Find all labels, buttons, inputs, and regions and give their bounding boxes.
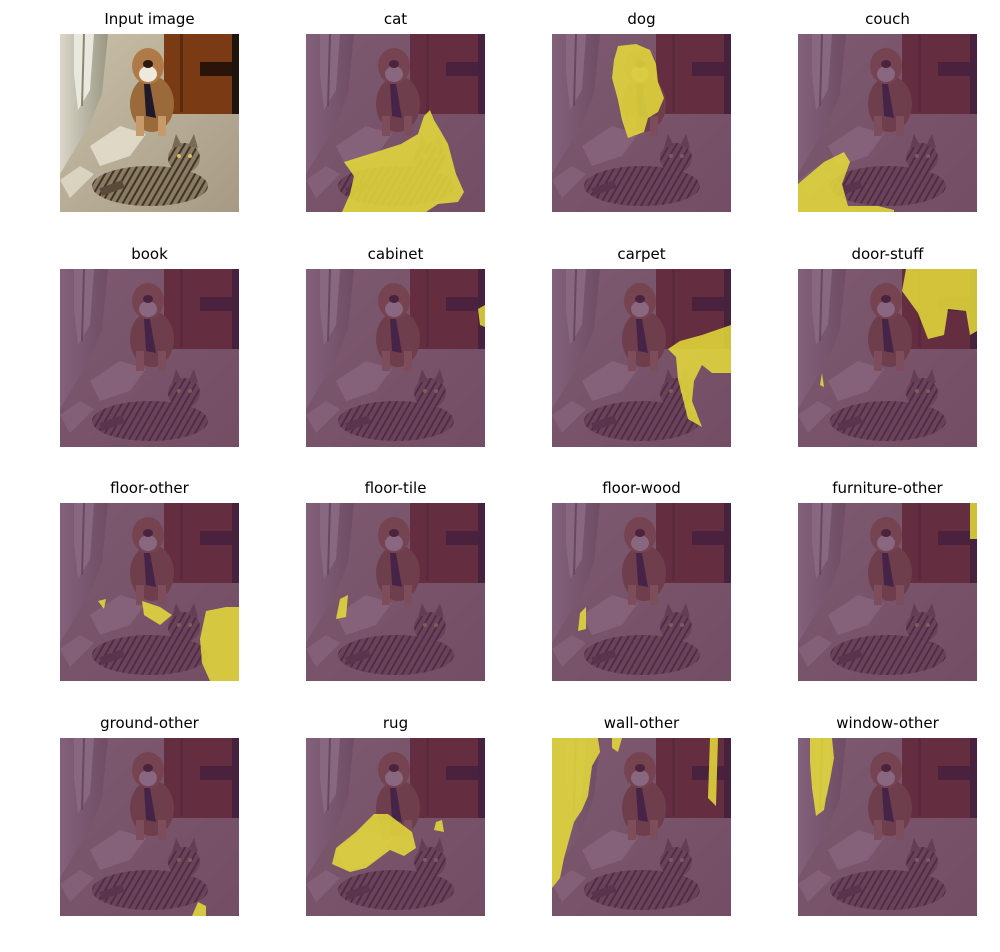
segmentation-overlay-image [798, 503, 977, 681]
panel-title: door-stuff [851, 245, 924, 263]
panel-title: dog [627, 10, 656, 28]
scene-photo [552, 738, 731, 916]
panel-title: furniture-other [832, 479, 943, 497]
scene-photo [798, 738, 977, 916]
scene-photo [552, 503, 731, 681]
segmentation-overlay-image [306, 269, 485, 447]
panel-title: window-other [836, 714, 939, 732]
panel-title: floor-wood [602, 479, 681, 497]
segmentation-overlay-image [552, 738, 731, 916]
segmentation-overlay-image [552, 34, 731, 212]
mask-region [970, 503, 977, 539]
segmentation-overlay-image [552, 269, 731, 447]
panel-title: carpet [617, 245, 666, 263]
scene-photo [60, 738, 239, 916]
scene-photo [60, 503, 239, 681]
panel-title: Input image [104, 10, 195, 28]
segmentation-overlay-image [798, 738, 977, 916]
segmentation-figure-grid: Input image cat dog couch book cabinet carpet d… [0, 0, 1000, 952]
panel-title: couch [865, 10, 910, 28]
scene-photo [60, 269, 239, 447]
panel-title: floor-other [110, 479, 189, 497]
panel-title: cat [383, 10, 408, 28]
input-image [60, 34, 239, 212]
segmentation-overlay-image [798, 34, 977, 212]
scene-photo [798, 34, 977, 212]
panel-title: wall-other [603, 714, 680, 732]
scene-photo [306, 269, 485, 447]
panel-title: ground-other [100, 714, 199, 732]
segmentation-overlay-image [798, 269, 977, 447]
segmentation-overlay-image [306, 34, 485, 212]
scene-photo [798, 503, 977, 681]
segmentation-overlay-image [306, 503, 485, 681]
scene-photo [552, 269, 731, 447]
segmentation-overlay-image [60, 738, 239, 916]
panel-title: rug [382, 714, 409, 732]
segmentation-overlay-image [552, 503, 731, 681]
panel-title: book [131, 245, 168, 263]
scene-photo [306, 503, 485, 681]
scene-photo [306, 34, 485, 212]
segmentation-overlay-image [306, 738, 485, 916]
segmentation-overlay-image [60, 269, 239, 447]
segmentation-overlay-image [60, 503, 239, 681]
scene-photo [552, 34, 731, 212]
scene-photo [798, 269, 977, 447]
scene-photo [306, 738, 485, 916]
panel-title: floor-tile [364, 479, 427, 497]
scene-photo [60, 34, 239, 212]
panel-title: cabinet [367, 245, 424, 263]
